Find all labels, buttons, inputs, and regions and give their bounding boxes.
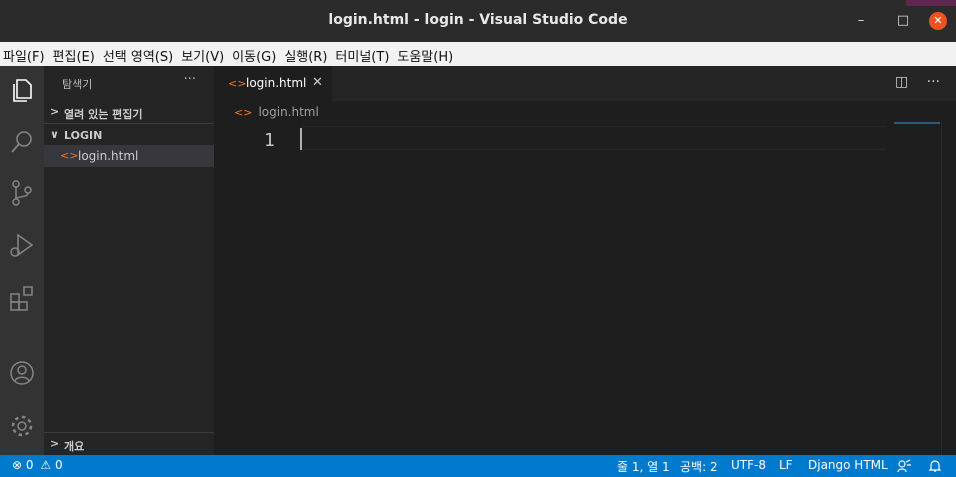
activity-bar (0, 66, 44, 455)
explorer-title: 탐색기 (62, 78, 93, 91)
open-editors-section[interactable]: > 열려 있는 편집기 (44, 101, 214, 123)
chevron-right-icon: > (50, 437, 60, 450)
desktop-strip (906, 0, 956, 6)
minimap-slider[interactable] (894, 122, 940, 124)
editor-scrollbar[interactable] (941, 122, 956, 455)
menu-view[interactable]: 보기(V) (178, 42, 229, 65)
files-icon[interactable] (7, 75, 37, 105)
warning-icon: ⚠ (40, 458, 52, 472)
menu-selection[interactable]: 선택 영역(S) (100, 42, 178, 65)
editor-more-button[interactable]: ··· (927, 74, 940, 90)
encoding[interactable]: UTF-8 (731, 458, 766, 472)
search-icon[interactable] (7, 127, 37, 157)
folder-section-login[interactable]: ∨ LOGIN (44, 123, 214, 146)
tab-label: login.html (246, 76, 307, 90)
extensions-icon[interactable] (7, 283, 37, 313)
html-file-icon: <> (234, 106, 253, 119)
run-debug-icon[interactable] (7, 230, 37, 260)
window-title: login.html - login - Visual Studio Code (328, 12, 628, 28)
status-bar: ⊗ 0 ⚠ 0 줄 1, 열 1 공백: 2 UTF-8 LF Django H… (0, 455, 956, 477)
menu-edit[interactable]: 편집(E) (50, 42, 100, 65)
split-editor-icon[interactable]: ◫ (895, 74, 908, 90)
editor-area: <> login.html ✕ ◫ ··· <> login.html 1 (214, 66, 956, 455)
tab-login-html[interactable]: <> login.html ✕ (214, 66, 332, 101)
problems-indicator[interactable]: ⊗ 0 ⚠ 0 (12, 458, 63, 472)
close-button[interactable]: ✕ (929, 12, 947, 30)
menu-terminal[interactable]: 터미널(T) (332, 42, 394, 65)
maximize-button[interactable]: □ (894, 12, 912, 30)
file-item-label: login.html (78, 149, 139, 163)
chevron-right-icon: > (50, 105, 60, 118)
file-item-login-html[interactable]: <> login.html (44, 145, 214, 167)
editor-actions: ◫ ··· (895, 74, 940, 90)
folder-label: LOGIN (64, 129, 103, 142)
html-file-icon: <> (228, 77, 247, 90)
menu-help[interactable]: 도움말(H) (394, 42, 458, 65)
account-icon[interactable] (7, 358, 37, 388)
error-icon: ⊗ (12, 458, 23, 472)
explorer-sidebar: 탐색기 ··· > 열려 있는 편집기 ∨ LOGIN <> login.htm… (44, 66, 214, 455)
feedback-icon[interactable] (897, 459, 911, 473)
cursor-position[interactable]: 줄 1, 열 1 (617, 458, 670, 475)
breadcrumb[interactable]: <> login.html (234, 105, 319, 119)
error-count: 0 (25, 458, 34, 472)
html-file-icon: <> (60, 149, 79, 162)
menu-file[interactable]: 파일(F) (0, 42, 50, 65)
text-cursor (300, 128, 302, 150)
explorer-more-button[interactable]: ··· (184, 72, 196, 87)
notifications-bell-icon[interactable] (928, 459, 942, 473)
indentation[interactable]: 공백: 2 (680, 458, 718, 475)
current-line-highlight (302, 126, 886, 150)
outline-label: 개요 (64, 440, 85, 453)
breadcrumb-label: login.html (258, 105, 319, 119)
minimize-button[interactable]: – (852, 12, 870, 30)
tab-bar: <> login.html ✕ ◫ ··· (214, 66, 956, 101)
gear-icon[interactable] (7, 411, 37, 441)
menu-go[interactable]: 이동(G) (229, 42, 281, 65)
end-of-line[interactable]: LF (779, 458, 793, 472)
menu-run[interactable]: 실행(R) (281, 42, 332, 65)
language-mode[interactable]: Django HTML (808, 458, 888, 472)
chevron-down-icon: ∨ (50, 128, 59, 141)
tab-close-icon[interactable]: ✕ (312, 75, 323, 90)
outline-section[interactable]: > 개요 (44, 432, 214, 455)
menu-bar: 파일(F) 편집(E) 선택 영역(S) 보기(V) 이동(G) 실행(R) 터미널(T) 도… (0, 42, 956, 66)
warning-count: 0 (54, 458, 63, 472)
line-number: 1 (264, 130, 275, 151)
open-editors-label: 열려 있는 편집기 (64, 108, 143, 121)
source-control-icon[interactable] (7, 178, 37, 208)
title-bar: login.html - login - Visual Studio Code … (0, 0, 956, 42)
